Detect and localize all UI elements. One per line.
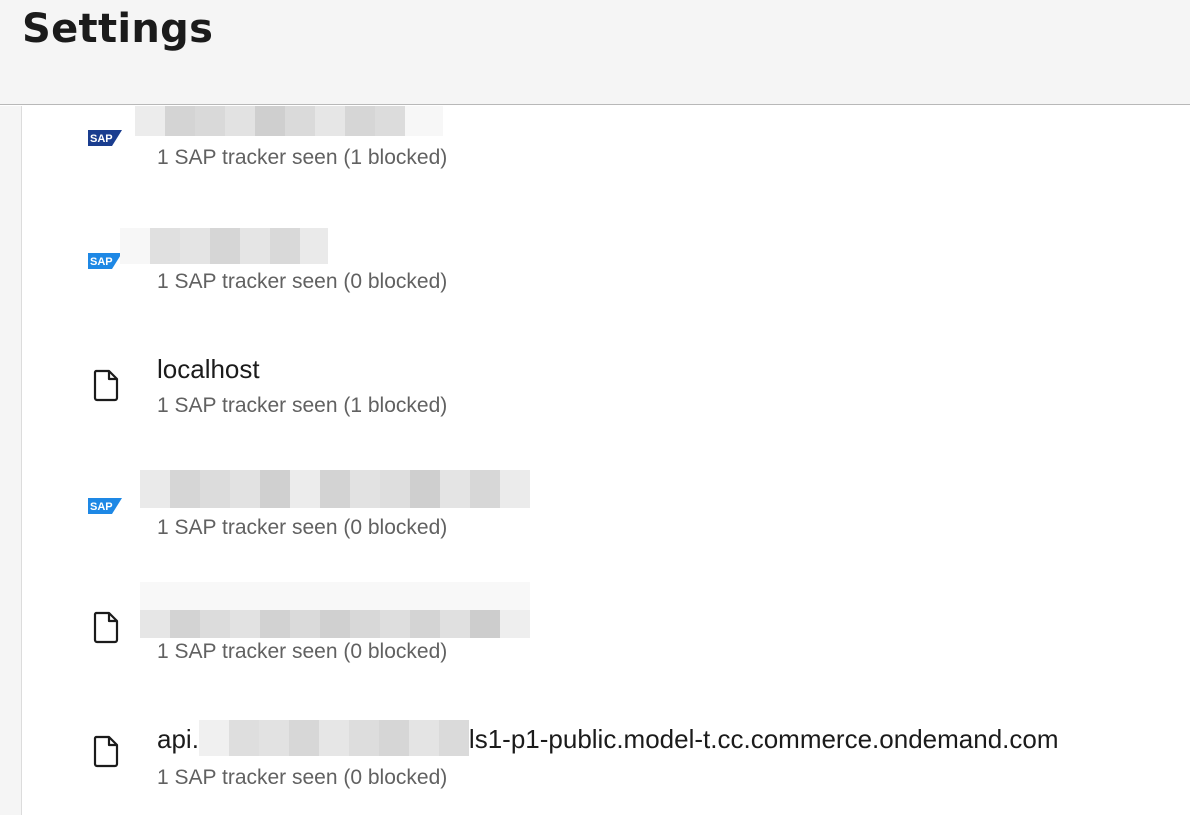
tracker-count: 1 SAP tracker seen (0 blocked) <box>157 516 448 539</box>
site-list-item[interactable]: api. ls1-p1-public.model-t.cc.commerce.on… <box>22 704 1190 804</box>
sap-logo-icon: SAP <box>88 253 124 283</box>
site-list-item[interactable]: SAP 1 SAP tracker seen (0 blocked) <box>22 226 1190 326</box>
tracker-count: 1 SAP tracker seen (0 blocked) <box>157 270 448 293</box>
file-icon <box>92 734 128 768</box>
file-icon <box>92 610 128 644</box>
tracker-count: 1 SAP tracker seen (1 blocked) <box>157 146 448 169</box>
redacted-site-name <box>120 228 328 264</box>
svg-text:SAP: SAP <box>90 133 113 145</box>
site-name: localhost <box>157 354 260 384</box>
svg-text:SAP: SAP <box>90 256 113 268</box>
left-navigation-rail <box>0 106 22 815</box>
tracker-count: 1 SAP tracker seen (0 blocked) <box>157 640 448 663</box>
site-name-prefix: api. <box>157 724 199 754</box>
sap-logo-icon: SAP <box>88 498 124 528</box>
site-list-item[interactable]: SAP 1 SAP tracker seen (0 blocked) <box>22 468 1190 568</box>
sap-logo-icon: SAP <box>88 130 124 160</box>
redacted-site-name <box>135 106 443 136</box>
redacted-site-name <box>198 720 469 756</box>
svg-text:SAP: SAP <box>90 501 113 513</box>
site-list: SAP 1 SAP tracker seen (1 blocked) SAP 1… <box>22 106 1190 815</box>
site-name-suffix: ls1-p1-public.model-t.cc.commerce.ondema… <box>468 724 1059 754</box>
page-title: Settings <box>22 6 214 52</box>
redacted-site-name <box>140 582 530 638</box>
site-list-item[interactable]: 1 SAP tracker seen (0 blocked) <box>22 580 1190 680</box>
redacted-site-name <box>140 470 530 508</box>
file-icon <box>92 368 128 402</box>
settings-header: Settings <box>0 0 1190 105</box>
site-list-item[interactable]: SAP 1 SAP tracker seen (1 blocked) <box>22 106 1190 204</box>
tracker-count: 1 SAP tracker seen (0 blocked) <box>157 766 448 789</box>
site-name: api. ls1-p1-public.model-t.cc.commerce.on… <box>157 720 1059 756</box>
site-list-item[interactable]: localhost 1 SAP tracker seen (1 blocked) <box>22 348 1190 448</box>
tracker-count: 1 SAP tracker seen (1 blocked) <box>157 394 448 417</box>
